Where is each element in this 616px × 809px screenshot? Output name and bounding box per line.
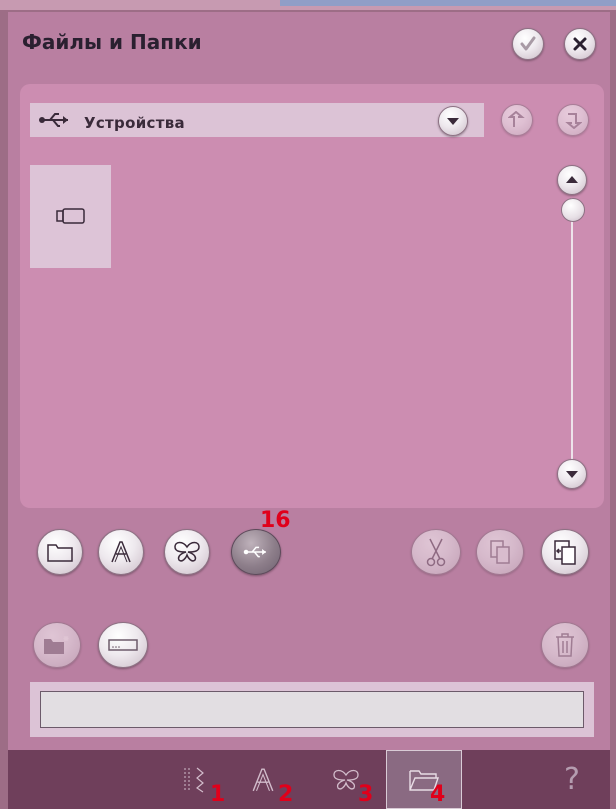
- tab-number-3: 3: [358, 782, 374, 807]
- butterfly-icon: [173, 541, 201, 563]
- checkmark-icon: [519, 35, 537, 53]
- paste-icon: [553, 539, 577, 565]
- tab-number-1: 1: [210, 782, 226, 807]
- close-icon: [572, 36, 588, 52]
- stitch-icon: [179, 765, 209, 795]
- trash-icon: [555, 632, 575, 658]
- location-dropdown-button[interactable]: [438, 106, 468, 136]
- page-title: Файлы и Папки: [22, 30, 202, 54]
- callout-number: 16: [260, 508, 291, 533]
- delete-button[interactable]: [541, 622, 589, 668]
- font-filter-button[interactable]: [98, 529, 144, 575]
- cut-icon: [426, 537, 446, 567]
- tab-files[interactable]: [386, 750, 462, 809]
- confirm-button[interactable]: [512, 28, 544, 60]
- up-level-button[interactable]: [501, 104, 533, 136]
- rename-button[interactable]: [98, 622, 148, 668]
- filename-field[interactable]: [40, 691, 584, 728]
- arrow-up-icon: [508, 111, 526, 129]
- tab-number-2: 2: [278, 782, 294, 807]
- chevron-down-icon: [446, 116, 460, 126]
- help-icon: ?: [564, 762, 580, 797]
- rename-icon: [108, 639, 138, 651]
- cut-button[interactable]: [411, 529, 461, 575]
- copy-button[interactable]: [476, 529, 524, 575]
- scroll-down-button[interactable]: [557, 459, 587, 489]
- bottom-tab-bar: [8, 750, 610, 809]
- chevron-up-icon: [565, 175, 579, 185]
- scroll-up-button[interactable]: [557, 165, 587, 195]
- scrollbar-thumb[interactable]: [561, 198, 585, 222]
- tab-number-4: 4: [430, 782, 446, 807]
- paste-button[interactable]: [541, 529, 589, 575]
- help-button[interactable]: ?: [552, 750, 592, 809]
- butterfly-icon: [332, 769, 360, 791]
- folder-filter-button[interactable]: [37, 529, 83, 575]
- down-level-button[interactable]: [557, 104, 589, 136]
- arrow-down-icon: [564, 111, 582, 129]
- file-browser-area: [20, 84, 604, 508]
- usb-icon: [38, 111, 72, 129]
- new-folder-button[interactable]: [33, 622, 81, 668]
- close-button[interactable]: [564, 28, 596, 60]
- usb-icon: [243, 545, 269, 559]
- new-folder-icon: [43, 634, 71, 656]
- font-icon: [250, 767, 276, 793]
- embroidery-filter-button[interactable]: [164, 529, 210, 575]
- scrollbar-track[interactable]: [571, 198, 573, 460]
- location-label: Устройства: [84, 114, 185, 132]
- window-top-strip: [0, 0, 616, 10]
- folder-icon: [47, 542, 73, 562]
- usb-drive-icon: [56, 208, 86, 224]
- copy-icon: [489, 539, 511, 565]
- font-icon: [109, 540, 133, 564]
- usb-filter-button[interactable]: [231, 529, 281, 575]
- chevron-down-icon: [565, 469, 579, 479]
